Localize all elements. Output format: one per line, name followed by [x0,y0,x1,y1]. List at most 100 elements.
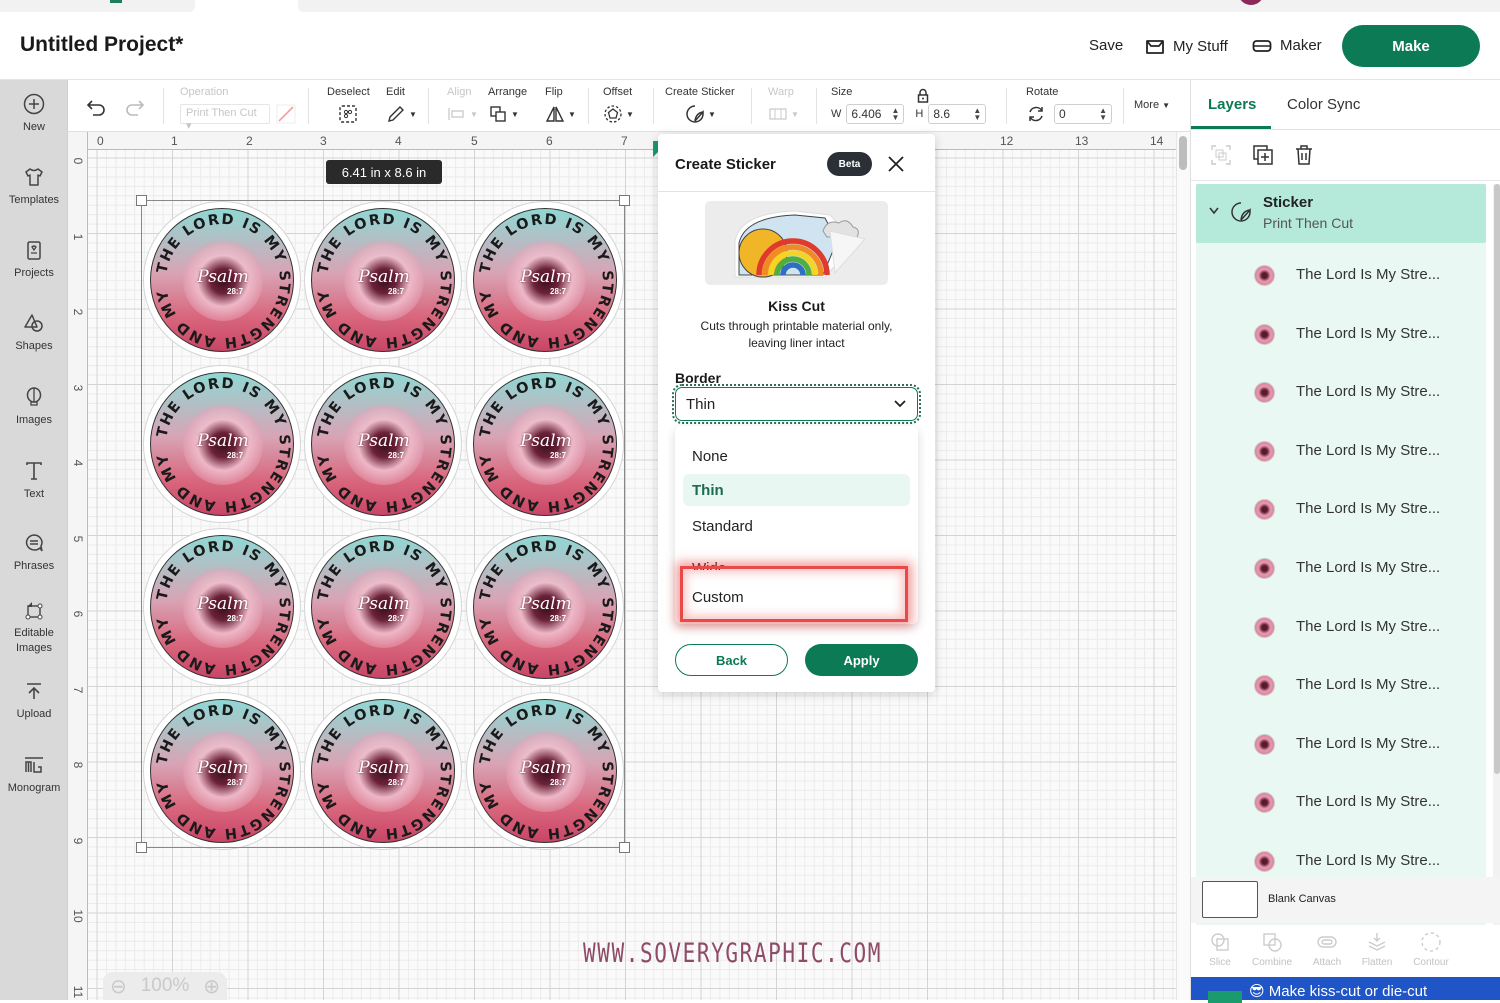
layer-row[interactable]: The Lord Is My Stre... [1196,774,1486,832]
close-icon[interactable] [884,152,908,176]
flip-icon [545,106,565,122]
operation-select[interactable]: Print Then Cut ▾ [180,104,270,132]
edit-button[interactable]: Edit ▼ [386,86,417,124]
zoom-level: 100% [140,975,190,996]
spinner-icon[interactable]: ▲ ▼ [891,107,899,122]
tab-color-sync[interactable]: Color Sync [1287,96,1360,113]
layers-scrollbar[interactable] [1493,184,1500,956]
align-icon [448,108,464,120]
sidebar-item-images[interactable]: Images [0,386,68,428]
maker-button[interactable]: Maker [1252,37,1322,54]
align-button[interactable]: Align ▼ [447,86,478,124]
sidebar-item-templates[interactable]: Templates [0,166,68,208]
deselect-button[interactable]: Deselect [327,86,370,124]
layer-row[interactable]: The Lord Is My Stre... [1196,599,1486,657]
zoom-control: ⊖ 100% ⊕ [103,972,227,1000]
layer-thumbnail [1254,499,1275,521]
duplicate-icon[interactable] [1252,144,1274,166]
sidebar-label: Images [15,414,53,426]
scrollbar-thumb[interactable] [1179,136,1187,170]
kiss-cut-title: Kiss Cut [768,298,825,314]
apply-button[interactable]: Apply [805,644,918,676]
canvas-scrollbar[interactable] [1176,132,1190,1000]
layer-row[interactable]: The Lord Is My Stre... [1196,540,1486,598]
make-button[interactable]: Make [1342,25,1480,67]
ruler-tick-label: 2 [246,134,253,148]
height-input[interactable]: 8.6 ▲ ▼ [928,104,987,124]
layer-row[interactable]: The Lord Is My Stre... [1196,423,1486,481]
canvas-swatch[interactable] [1202,881,1258,918]
layer-row[interactable]: The Lord Is My Stre... [1196,364,1486,422]
save-button[interactable]: Save [1089,37,1123,54]
sidebar-item-monogram[interactable]: Monogram [0,754,68,796]
offset-button[interactable]: Offset ▼ [603,86,634,124]
browser-tab[interactable] [298,0,1500,12]
lock-icon[interactable] [916,88,930,104]
resize-handle[interactable] [136,842,147,853]
width-input[interactable]: 6.406 ▲ ▼ [846,104,905,124]
layer-row[interactable]: The Lord Is My Stre... [1196,306,1486,364]
layer-row[interactable]: The Lord Is My Stre... [1196,657,1486,715]
warp-button[interactable]: Warp ▼ [768,86,799,124]
flip-button[interactable]: Flip ▼ [545,86,576,124]
browser-tab[interactable] [0,0,195,12]
sidebar-item-shapes[interactable]: Shapes [0,312,68,354]
spinner-icon[interactable]: ▲ ▼ [1099,107,1107,122]
scrollbar-thumb[interactable] [1494,184,1500,774]
tab-layers[interactable]: Layers [1208,96,1256,113]
promo-banner[interactable]: 😎 Make kiss-cut or die-cut [1191,977,1500,1003]
zoom-in-icon[interactable]: ⊕ [203,974,220,999]
sidebar-item-phrases[interactable]: Phrases [0,532,68,574]
spinner-icon[interactable]: ▲ ▼ [973,107,981,122]
undo-icon[interactable] [85,97,107,117]
chevron-down-icon: ▼ [791,109,799,119]
trash-icon[interactable] [1293,144,1315,166]
layer-group-sticker[interactable]: Sticker Print Then Cut [1196,184,1486,243]
arrange-button[interactable]: Arrange ▼ [488,86,527,124]
sidebar-item-new[interactable]: New [0,93,68,135]
divider [1006,88,1007,124]
resize-handle[interactable] [136,195,147,206]
create-sticker-button[interactable]: Create Sticker ▼ [665,86,735,124]
ruler-tick-label: 1 [171,134,178,148]
layer-row[interactable]: The Lord Is My Stre... [1196,481,1486,539]
layer-row[interactable]: The Lord Is My Stre... [1196,247,1486,305]
rotate-icon[interactable] [1026,104,1046,124]
group-icon[interactable] [1210,144,1232,166]
chevron-down-icon[interactable] [1208,206,1220,216]
attach-button[interactable]: Attach [1302,931,1352,968]
option-thin[interactable]: Thin [683,474,910,506]
my-stuff-button[interactable]: My Stuff [1145,37,1228,55]
option-none[interactable]: None [683,440,910,472]
rotate-input[interactable]: 0 ▲ ▼ [1054,104,1112,124]
redo-icon[interactable] [124,97,146,117]
flatten-button[interactable]: Flatten [1352,931,1402,968]
kiss-cut-description: Cuts through printable material only, le… [700,319,893,350]
left-sidebar: New Templates Projects Shapes Images Tex… [0,80,68,1000]
resize-handle[interactable] [619,842,630,853]
sidebar-item-editable-images[interactable]: Editable Images [0,599,68,656]
back-button[interactable]: Back [675,644,788,676]
sidebar-item-projects[interactable]: Projects [0,239,68,281]
slice-button[interactable]: Slice [1195,931,1245,968]
contour-button[interactable]: Contour [1406,931,1456,968]
paperclip-icon [1317,936,1337,948]
zoom-out-icon[interactable]: ⊖ [110,974,127,999]
sidebar-label: Editable Images [14,627,54,654]
sidebar-item-text[interactable]: Text [0,460,68,502]
more-button[interactable]: More ▼ [1134,99,1170,111]
layer-thumbnail [1254,792,1275,814]
ruler-tick-label: 6 [546,134,553,148]
combine-button[interactable]: Combine [1247,931,1297,968]
project-title: Untitled Project* [20,33,184,56]
option-standard[interactable]: Standard [683,510,910,542]
flatten-label: Flatten [1361,957,1393,968]
blank-canvas-row[interactable]: Blank Canvas [1191,877,1500,923]
resize-handle[interactable] [619,195,630,206]
border-select[interactable]: Thin [672,384,921,424]
selection-bounding-box[interactable] [136,195,630,853]
sidebar-item-upload[interactable]: Upload [0,680,68,722]
ruler-tick-label: 6 [71,610,85,618]
layer-row[interactable]: The Lord Is My Stre... [1196,716,1486,774]
color-swatch-icon[interactable] [276,104,296,124]
